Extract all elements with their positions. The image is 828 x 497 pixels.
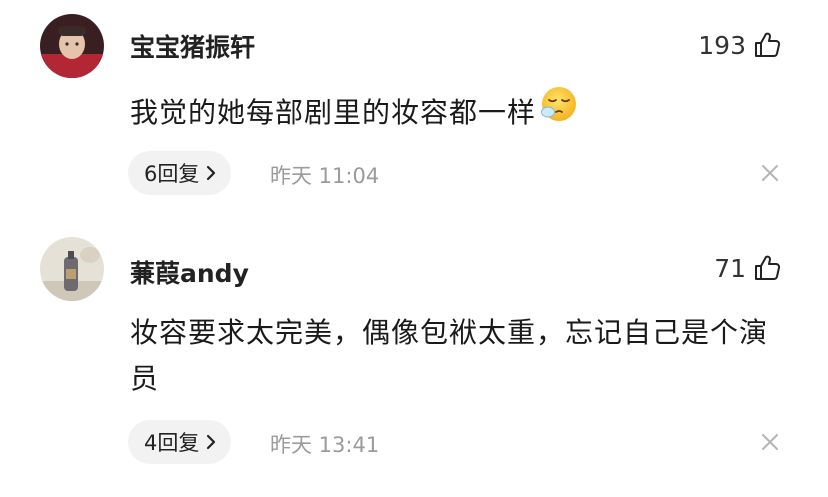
comment-item: 蒹葭andy 71 妆容要求太完美，偶像包袱太重，忘记自己是个演员 4回复 昨天… — [0, 230, 828, 497]
comment-text-content: 我觉的她每部剧里的妆容都一样 — [130, 96, 537, 129]
chevron-right-icon — [207, 165, 216, 181]
chevron-right-icon — [207, 434, 216, 450]
username[interactable]: 蒹葭andy — [130, 254, 249, 290]
reply-button[interactable]: 4回复 — [128, 420, 232, 464]
reply-button[interactable]: 6回复 — [128, 151, 232, 195]
thumbs-up-icon — [755, 255, 781, 280]
avatar[interactable] — [40, 237, 104, 301]
reply-count-label: 6回复 — [144, 162, 200, 186]
comment-text: 我觉的她每部剧里的妆容都一样 — [130, 85, 790, 140]
avatar[interactable] — [40, 14, 104, 78]
close-icon[interactable] — [760, 163, 780, 183]
like-button[interactable]: 71 — [714, 253, 782, 283]
timestamp: 昨天 13:41 — [270, 433, 380, 457]
username[interactable]: 宝宝猪振轩 — [130, 28, 255, 64]
close-icon[interactable] — [760, 432, 780, 452]
comment-item: 宝宝猪振轩 193 我觉的她每部剧里的妆容都一样 6回复 昨天 11:04 — [0, 0, 828, 230]
reply-count-label: 4回复 — [144, 431, 200, 455]
comment-text: 妆容要求太完美，偶像包袱太重，忘记自己是个演员 — [130, 316, 769, 395]
like-button[interactable]: 193 — [698, 30, 782, 60]
like-count: 193 — [698, 30, 746, 60]
thumbs-up-icon — [755, 32, 781, 57]
timestamp: 昨天 11:04 — [270, 164, 380, 188]
like-count: 71 — [714, 253, 746, 283]
sleepy-face-emoji — [540, 85, 578, 137]
